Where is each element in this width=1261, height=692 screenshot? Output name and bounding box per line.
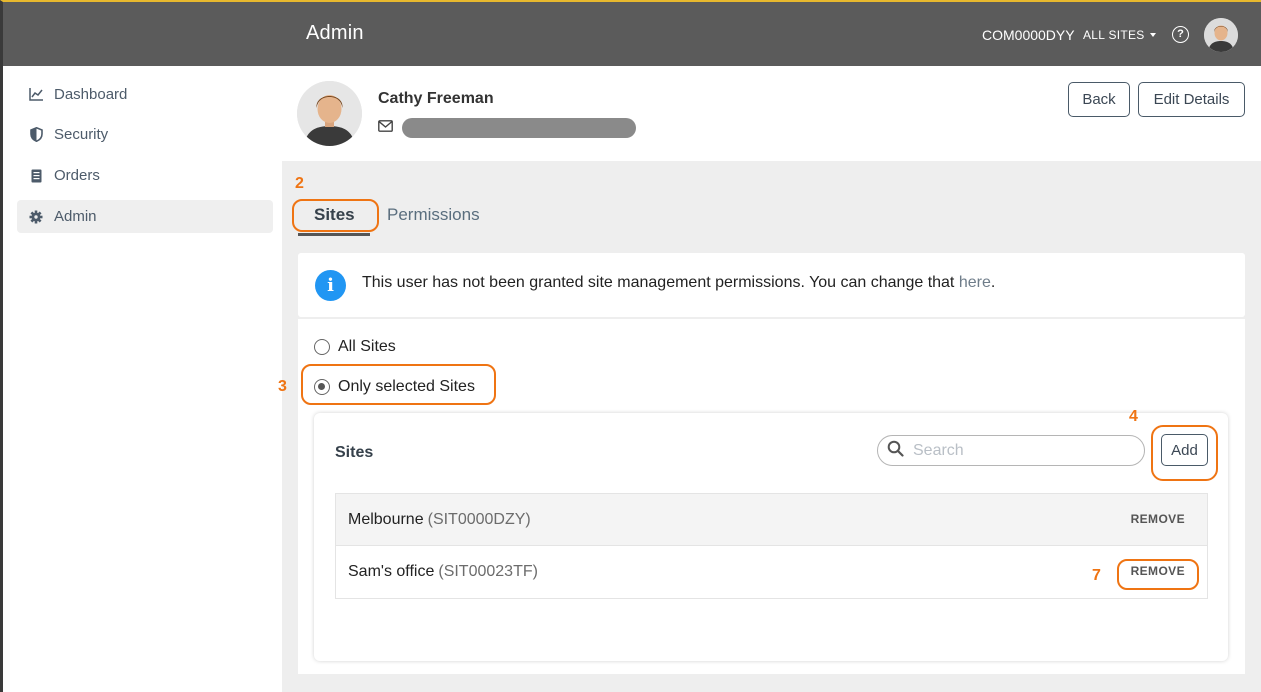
change-permissions-link[interactable]: here — [959, 274, 991, 291]
remove-site-button[interactable]: REMOVE — [1131, 564, 1185, 578]
top-header: Admin COM0000DYY ALL SITES ? — [282, 0, 1261, 66]
site-selector-dropdown[interactable]: ALL SITES — [1083, 28, 1156, 42]
site-access-section: All Sites Only selected Sites Sites Add … — [298, 319, 1245, 674]
sidebar-item-dashboard[interactable]: Dashboard — [17, 78, 273, 111]
brand-area — [0, 0, 282, 66]
all-sites-radio[interactable] — [314, 339, 330, 355]
only-selected-sites-radio[interactable] — [314, 379, 330, 395]
sidebar-item-security[interactable]: Security — [17, 118, 273, 151]
search-field[interactable] — [877, 435, 1145, 466]
main-content: Cathy Freeman Back Edit Details Sites Pe… — [282, 66, 1261, 692]
info-icon: i — [315, 270, 346, 301]
search-input[interactable] — [913, 441, 1113, 460]
sidebar-item-label: Security — [54, 126, 109, 143]
site-name: Melbourne — [348, 510, 424, 528]
info-banner: i This user has not been granted site ma… — [298, 253, 1245, 317]
profile-header: Cathy Freeman Back Edit Details — [282, 66, 1261, 161]
table-row: Melbourne (SIT0000DZY) REMOVE — [335, 493, 1208, 546]
table-row: Sam's office (SIT00023TF) REMOVE — [335, 546, 1208, 599]
company-code: COM0000DYY — [982, 27, 1075, 43]
sites-card: Sites Add Melbourne (SIT0000DZY) REMOVE … — [314, 413, 1228, 661]
annotation-number: 7 — [1092, 567, 1101, 584]
site-code: (SIT0000DZY) — [427, 510, 531, 528]
back-button[interactable]: Back — [1068, 82, 1130, 117]
email-redacted — [402, 118, 636, 138]
all-sites-label: All Sites — [338, 338, 396, 355]
remove-site-button[interactable]: REMOVE — [1131, 512, 1185, 526]
sites-card-title: Sites — [335, 444, 374, 461]
sidebar-item-orders[interactable]: Orders — [17, 159, 273, 192]
active-tab-indicator — [298, 233, 370, 236]
only-selected-sites-option[interactable]: Only selected Sites — [314, 378, 475, 396]
sites-table: Melbourne (SIT0000DZY) REMOVE Sam's offi… — [335, 493, 1208, 599]
shield-icon — [28, 127, 44, 143]
site-selector-label: ALL SITES — [1083, 28, 1145, 42]
sidebar-item-label: Orders — [54, 167, 100, 184]
only-selected-sites-label: Only selected Sites — [338, 378, 475, 395]
edit-details-button[interactable]: Edit Details — [1138, 82, 1245, 117]
info-message: This user has not been granted site mana… — [362, 274, 995, 292]
sidebar-item-label: Admin — [54, 208, 97, 225]
user-avatar — [297, 81, 362, 146]
mail-icon — [378, 119, 393, 137]
annotation-number: 4 — [1129, 408, 1138, 425]
tab-permissions[interactable]: Permissions — [387, 205, 480, 225]
tab-sites[interactable]: Sites — [314, 205, 355, 225]
site-name: Sam's office — [348, 563, 435, 580]
annotation-number: 3 — [278, 378, 287, 395]
help-icon[interactable]: ? — [1172, 26, 1189, 43]
user-name: Cathy Freeman — [378, 90, 494, 107]
chart-line-icon — [28, 87, 44, 103]
site-code: (SIT00023TF) — [438, 563, 538, 580]
sidebar-item-admin[interactable]: Admin — [17, 200, 273, 233]
clipboard-icon — [28, 168, 44, 184]
all-sites-option[interactable]: All Sites — [314, 338, 396, 356]
info-message-text: This user has not been granted site mana… — [362, 274, 959, 291]
sidebar-item-label: Dashboard — [54, 86, 128, 103]
info-message-suffix: . — [990, 274, 996, 291]
gear-icon — [28, 209, 44, 225]
caret-down-icon — [1149, 32, 1156, 37]
app-title: Admin — [306, 22, 364, 44]
search-icon — [887, 440, 904, 462]
annotation-number: 2 — [295, 175, 304, 192]
sidebar: Dashboard Security Orders Admin — [0, 66, 282, 692]
user-avatar-menu[interactable] — [1204, 18, 1238, 52]
add-site-button[interactable]: Add — [1161, 434, 1208, 466]
